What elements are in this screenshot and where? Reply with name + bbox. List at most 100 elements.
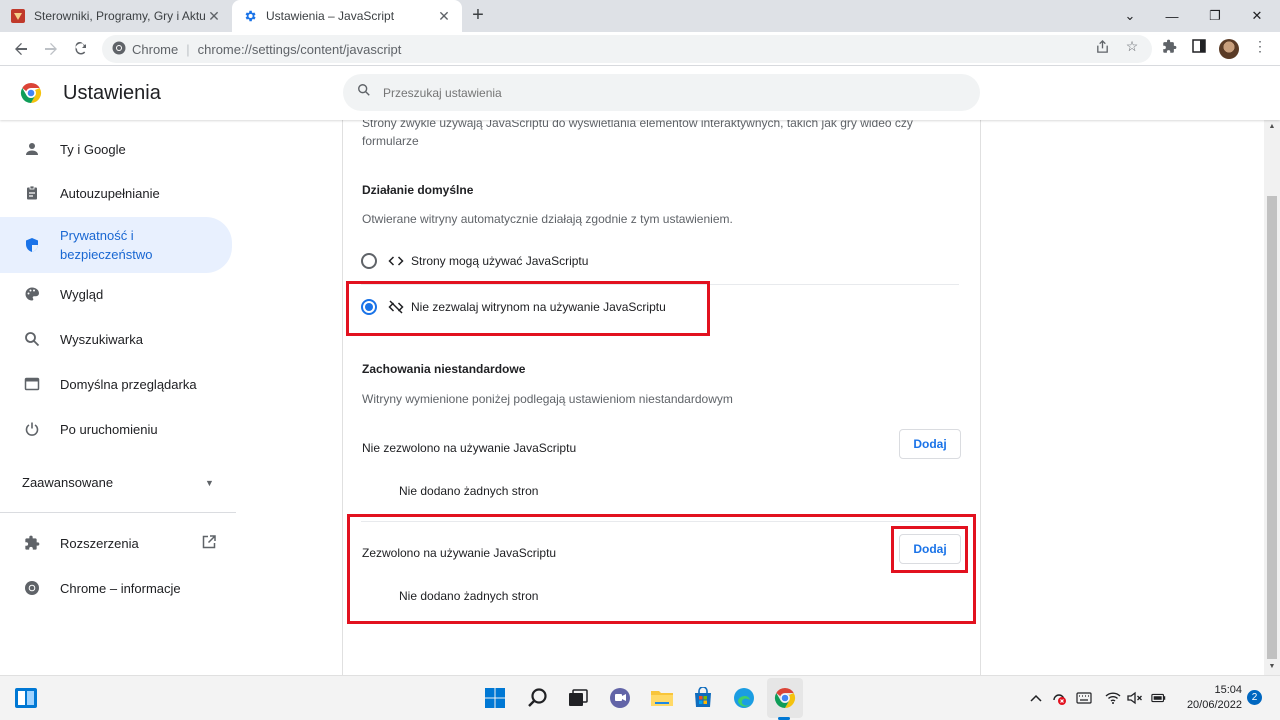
sidebar-item-extensions[interactable]: Rozszerzenia xyxy=(0,530,232,556)
settings-search[interactable] xyxy=(343,74,980,111)
sidebar-item-search-engine[interactable]: Wyszukiwarka xyxy=(0,326,232,352)
clock-time: 15:04 xyxy=(1214,684,1242,696)
system-clock[interactable]: 15:04 20/06/2022 xyxy=(1178,683,1242,713)
sidebar-item-label: Po uruchomieniu xyxy=(60,421,158,437)
chrome-logo-icon xyxy=(22,578,42,598)
tab-close-icon[interactable]: ✕ xyxy=(206,8,222,24)
radio-button[interactable] xyxy=(361,253,377,269)
close-window-button[interactable]: ✕ xyxy=(1236,0,1278,32)
sidebar-item-label: Wygląd xyxy=(60,286,104,302)
back-arrow-icon[interactable] xyxy=(8,36,34,62)
address-separator: | xyxy=(186,41,190,57)
sidebar-item-privacy[interactable]: Prywatność i bezpieczeństwo xyxy=(0,217,232,273)
person-icon xyxy=(22,139,42,159)
tab-title: Sterowniki, Programy, Gry i Aktua xyxy=(34,9,206,23)
scrollbar-thumb[interactable] xyxy=(1267,196,1277,659)
settings-header: Ustawienia xyxy=(0,66,1280,120)
gear-icon xyxy=(242,8,258,24)
shield-icon xyxy=(22,235,42,255)
minimize-button[interactable]: — xyxy=(1151,0,1193,32)
default-behavior-heading: Działanie domyślne xyxy=(362,183,474,197)
sidebar-item-on-startup[interactable]: Po uruchomieniu xyxy=(0,416,232,442)
settings-sidebar: Ty i Google Autouzupełnianie Prywatność … xyxy=(0,120,240,675)
forward-arrow-icon[interactable] xyxy=(38,36,64,62)
keyboard-icon[interactable] xyxy=(1076,690,1092,706)
code-icon xyxy=(387,252,405,270)
notification-badge[interactable]: 2 xyxy=(1247,690,1262,705)
add-blocked-site-button[interactable]: Dodaj xyxy=(899,429,961,459)
teams-chat-icon[interactable] xyxy=(608,686,632,710)
tab-search-button[interactable]: ⌄ xyxy=(1109,0,1151,32)
sidebar-item-default-browser[interactable]: Domyślna przeglądarka xyxy=(0,371,232,397)
site-label: Chrome xyxy=(132,41,179,57)
sidebar-item-label: Autouzupełnianie xyxy=(60,185,160,201)
highlight-box-add-button xyxy=(891,526,968,573)
microsoft-store-icon[interactable] xyxy=(691,686,715,710)
file-explorer-icon[interactable] xyxy=(650,686,674,710)
tab-close-icon[interactable]: ✕ xyxy=(436,8,452,24)
restore-button[interactable]: ❐ xyxy=(1194,0,1236,32)
scroll-down-arrow-icon[interactable]: ▼ xyxy=(1264,660,1280,674)
radio-allow-javascript[interactable]: Strony mogą używać JavaScriptu xyxy=(361,241,959,281)
extensions-puzzle-icon[interactable] xyxy=(1161,38,1177,54)
share-icon[interactable] xyxy=(1094,38,1110,54)
wifi-icon[interactable] xyxy=(1105,690,1121,706)
sidebar-item-label: Wyszukiwarka xyxy=(60,331,143,347)
sidebar-item-you-and-google[interactable]: Ty i Google xyxy=(0,136,232,162)
palette-icon xyxy=(22,284,42,304)
tab-title: Ustawienia – JavaScript xyxy=(266,9,395,23)
task-view-icon[interactable] xyxy=(566,686,590,710)
chrome-logo-icon xyxy=(20,82,42,104)
more-menu-icon[interactable]: ⋮ xyxy=(1252,38,1268,54)
sidebar-item-label: Ty i Google xyxy=(60,141,126,157)
reload-icon[interactable] xyxy=(68,36,94,62)
new-tab-button[interactable]: + xyxy=(466,4,490,28)
chevron-down-icon[interactable]: ▼ xyxy=(205,478,214,488)
sidebar-advanced-toggle[interactable]: Zaawansowane xyxy=(22,475,113,490)
sidebar-item-label: Rozszerzenia xyxy=(60,535,139,551)
blocked-sites-label: Nie zezwolono na używanie JavaScriptu xyxy=(362,441,577,455)
radio-label-wrapper: Strony mogą używać JavaScriptu xyxy=(387,252,588,270)
clipboard-icon xyxy=(22,183,42,203)
sidebar-item-label: Chrome – informacje xyxy=(60,580,181,596)
chrome-logo-icon xyxy=(112,41,126,58)
custom-behaviors-description: Witryny wymienione poniżej podlegają ust… xyxy=(362,392,733,406)
search-icon[interactable] xyxy=(526,686,550,710)
sidebar-item-autofill[interactable]: Autouzupełnianie xyxy=(0,180,232,206)
start-windows-icon[interactable] xyxy=(483,686,507,710)
bookmark-star-icon[interactable]: ☆ xyxy=(1124,38,1140,54)
tab-sterowniki[interactable]: Sterowniki, Programy, Gry i Aktua ✕ xyxy=(0,0,232,32)
tab-strip: Sterowniki, Programy, Gry i Aktua ✕ Usta… xyxy=(0,0,1280,32)
radio-label: Strony mogą używać JavaScriptu xyxy=(411,254,589,268)
external-link-icon xyxy=(201,534,217,553)
widgets-icon[interactable] xyxy=(14,686,38,710)
browser-toolbar: Chrome | chrome://settings/content/javas… xyxy=(0,32,1280,66)
sidebar-item-appearance[interactable]: Wygląd xyxy=(0,281,232,307)
sidebar-item-label: Prywatność i bezpieczeństwo xyxy=(60,228,153,262)
url-text: chrome://settings/content/javascript xyxy=(197,41,402,57)
sidebar-divider xyxy=(0,512,236,513)
sidebar-item-about-chrome[interactable]: Chrome – informacje xyxy=(0,575,232,601)
security-alert-icon[interactable] xyxy=(1051,690,1067,706)
blocked-sites-empty: Nie dodano żadnych stron xyxy=(399,484,539,498)
chrome-taskbar-icon[interactable] xyxy=(773,686,797,710)
browser-window-icon xyxy=(22,374,42,394)
address-bar[interactable]: Chrome | chrome://settings/content/javas… xyxy=(102,35,1152,63)
profile-avatar[interactable] xyxy=(1219,39,1239,59)
scroll-up-arrow-icon[interactable]: ▲ xyxy=(1264,120,1280,134)
extensions-puzzle-icon xyxy=(22,533,42,553)
power-icon xyxy=(22,419,42,439)
side-panel-icon[interactable] xyxy=(1191,38,1207,54)
default-behavior-description: Otwierane witryny automatycznie działają… xyxy=(362,212,733,226)
highlight-box-allowed-section xyxy=(347,514,976,624)
highlight-box-block-option xyxy=(346,281,710,336)
page-title: Ustawienia xyxy=(63,82,161,104)
battery-plug-icon[interactable] xyxy=(1151,690,1167,706)
site-favicon-icon xyxy=(10,8,26,24)
tab-settings-javascript[interactable]: Ustawienia – JavaScript ✕ xyxy=(232,0,462,32)
edge-browser-icon[interactable] xyxy=(732,686,756,710)
search-icon xyxy=(357,83,371,102)
speaker-muted-icon[interactable] xyxy=(1127,690,1143,706)
search-input[interactable] xyxy=(383,85,883,100)
chevron-up-icon[interactable] xyxy=(1028,690,1044,706)
